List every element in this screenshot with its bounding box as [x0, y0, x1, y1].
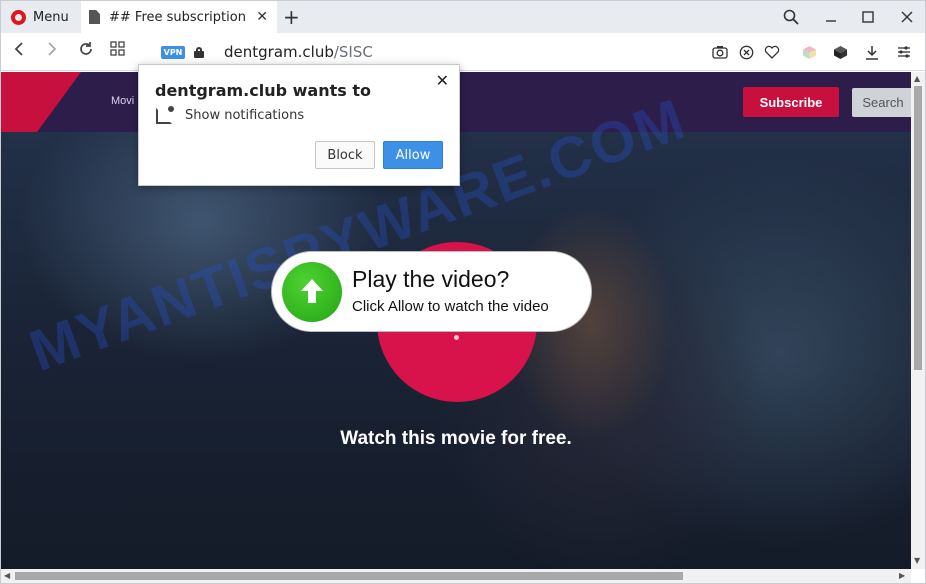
- easy-setup-icon[interactable]: [896, 44, 912, 60]
- url-field[interactable]: dentgram.club/SISC: [224, 43, 373, 61]
- tab-active[interactable]: ## Free subscription ✕: [81, 1, 277, 33]
- opera-logo-icon: [11, 9, 26, 25]
- maximize-icon[interactable]: [852, 1, 884, 33]
- url-path: /SISC: [333, 43, 373, 61]
- horizontal-scrollbar[interactable]: ◀ ▶: [1, 569, 911, 583]
- ad-block-icon[interactable]: [738, 44, 754, 60]
- document-icon: [89, 10, 100, 24]
- minimize-icon[interactable]: [815, 1, 847, 33]
- prompt-title: Play the video?: [352, 266, 510, 292]
- opera-menu-button[interactable]: Menu: [1, 1, 81, 33]
- tab-title: ## Free subscription: [109, 9, 246, 25]
- url-host: dentgram.club: [224, 43, 334, 61]
- prompt-subtitle: Click Allow to watch the video: [352, 298, 549, 315]
- download-icon[interactable]: [864, 44, 880, 60]
- vertical-scroll-thumb[interactable]: [914, 86, 922, 370]
- nav-link-movies[interactable]: Movi: [111, 95, 134, 107]
- menu-label: Menu: [33, 9, 69, 25]
- search-button[interactable]: Search: [852, 88, 911, 117]
- tab-close-icon[interactable]: ✕: [256, 9, 268, 25]
- forward-icon[interactable]: [45, 41, 59, 62]
- popup-close-icon[interactable]: ✕: [436, 71, 449, 90]
- heart-icon[interactable]: [764, 44, 780, 60]
- vertical-scrollbar[interactable]: ▲ ▼: [911, 72, 925, 569]
- scroll-up-icon[interactable]: ▲: [914, 74, 920, 83]
- tabs-grid-icon[interactable]: [110, 41, 125, 61]
- caption-text: Watch this movie for free.: [340, 428, 572, 449]
- site-logo-shape: [1, 72, 81, 132]
- notification-permission-popup: dentgram.club wants to ✕ Show notificati…: [138, 64, 460, 186]
- permission-text: Show notifications: [185, 108, 305, 123]
- scroll-left-icon[interactable]: ◀: [4, 571, 10, 580]
- play-video-prompt[interactable]: Play the video? Click Allow to watch the…: [271, 251, 592, 332]
- horizontal-scroll-thumb[interactable]: [15, 572, 683, 580]
- vpn-badge[interactable]: VPN: [161, 46, 185, 59]
- lock-icon[interactable]: [194, 47, 204, 58]
- popup-title: dentgram.club wants to: [155, 81, 371, 100]
- block-button[interactable]: Block: [315, 141, 375, 169]
- arrow-up-icon: [282, 262, 342, 322]
- wallet-cube-icon[interactable]: [832, 44, 848, 60]
- cube-extension-icon[interactable]: [801, 44, 817, 60]
- loading-dot: [454, 335, 459, 340]
- new-tab-icon[interactable]: +: [283, 5, 300, 29]
- back-icon[interactable]: [12, 41, 26, 62]
- scroll-down-icon[interactable]: ▼: [914, 556, 920, 565]
- subscribe-button[interactable]: Subscribe: [743, 87, 839, 117]
- search-tabs-icon[interactable]: [775, 1, 807, 33]
- browser-window: Menu ## Free subscription ✕ + VPN dentgr…: [0, 0, 926, 584]
- allow-button[interactable]: Allow: [383, 141, 443, 169]
- camera-icon[interactable]: [712, 44, 728, 60]
- reload-icon[interactable]: [78, 41, 94, 62]
- window-close-icon[interactable]: [891, 1, 923, 33]
- notification-icon: [156, 106, 174, 124]
- scroll-right-icon[interactable]: ▶: [899, 571, 905, 580]
- tab-strip: Menu ## Free subscription ✕ +: [1, 1, 925, 33]
